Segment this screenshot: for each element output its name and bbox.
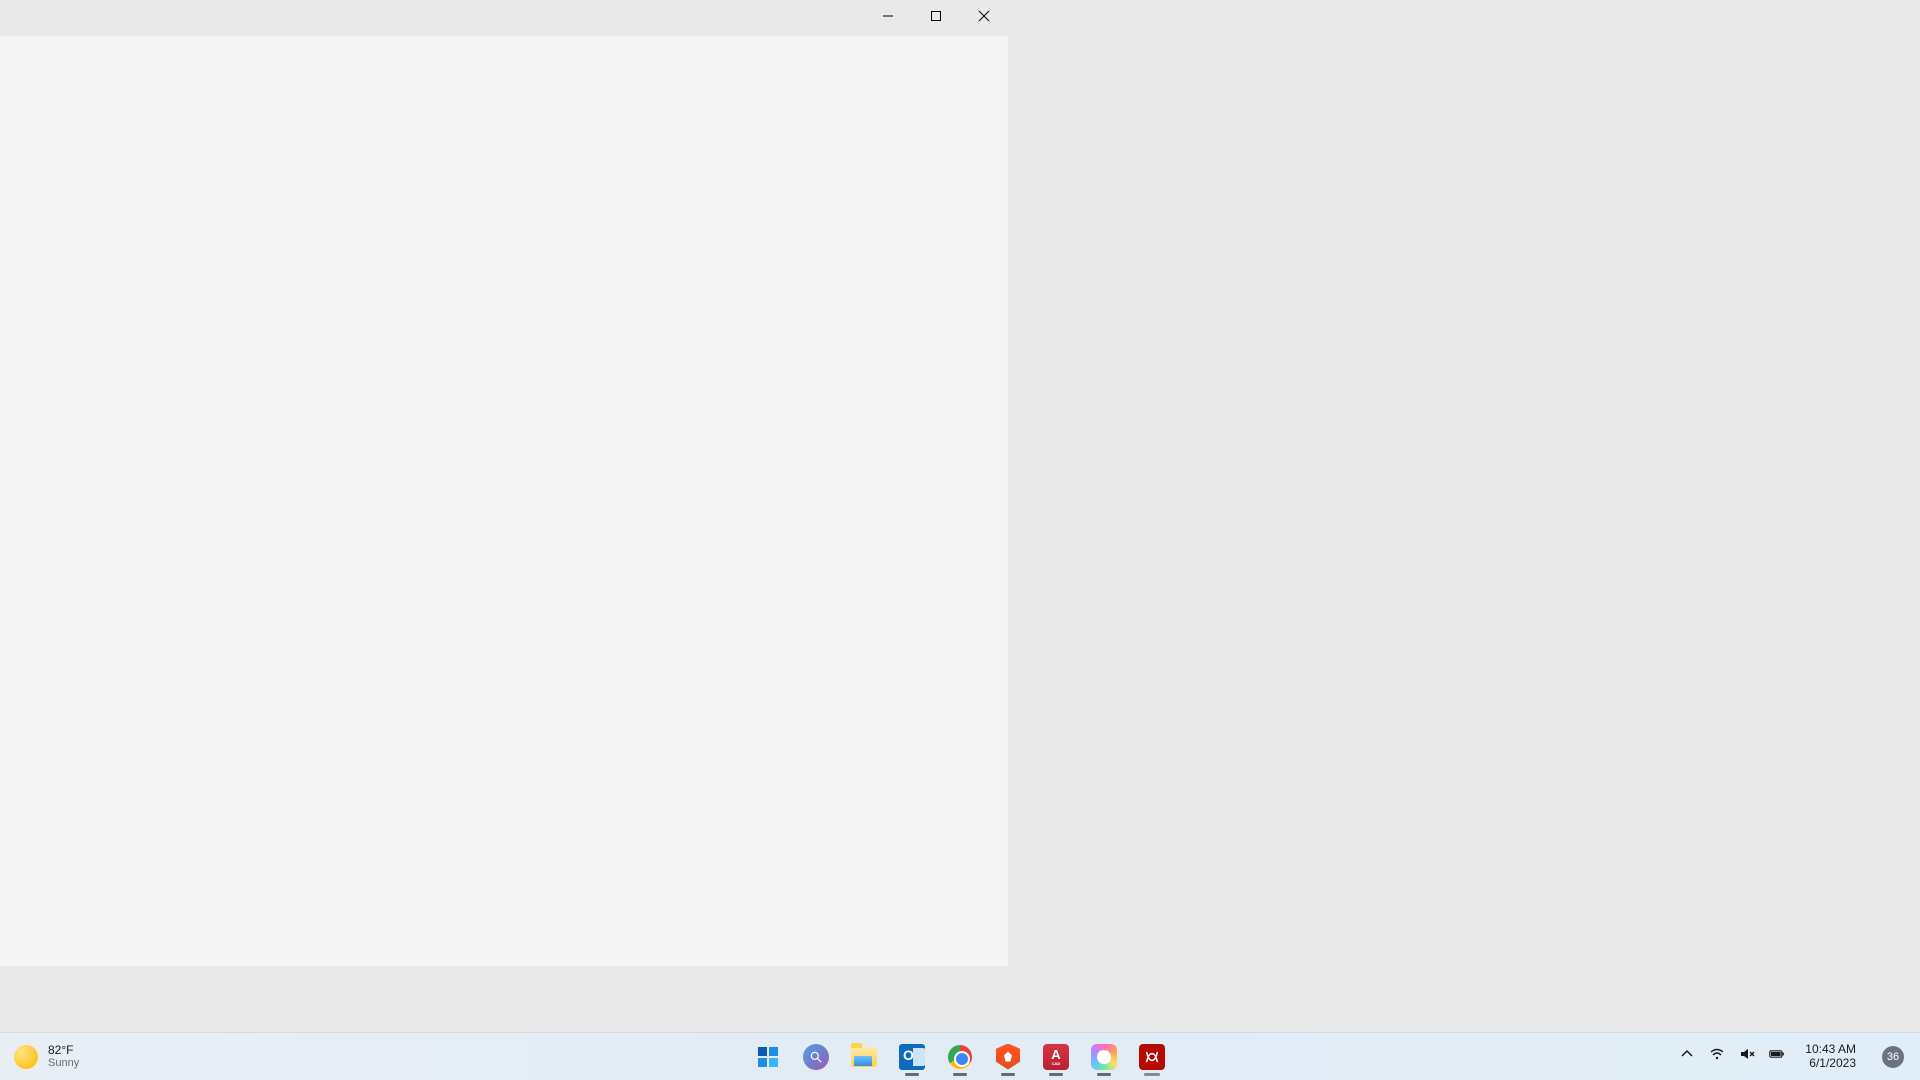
- clock-time: 10:43 AM: [1805, 1043, 1856, 1057]
- taskbar: 82°F Sunny: [0, 1032, 1920, 1080]
- sun-icon: [14, 1045, 38, 1069]
- content-area: [0, 36, 1008, 966]
- close-icon: [978, 9, 990, 27]
- clock-button[interactable]: 10:43 AM 6/1/2023: [1793, 1037, 1868, 1077]
- close-button[interactable]: [960, 0, 1008, 36]
- taskbar-right: 10:43 AM 6/1/2023 36: [1673, 1037, 1920, 1077]
- creative-icon: [1091, 1044, 1117, 1070]
- battery-button[interactable]: [1763, 1037, 1791, 1077]
- taskbar-left: 82°F Sunny: [0, 1044, 79, 1069]
- autocad-button[interactable]: A CAD: [1035, 1037, 1077, 1077]
- wifi-icon: [1709, 1046, 1725, 1067]
- weather-text: 82°F Sunny: [48, 1044, 79, 1069]
- volume-muted-icon: [1739, 1046, 1755, 1067]
- autocad-letter: A: [1051, 1048, 1060, 1061]
- autocad-sub: CAD: [1052, 1062, 1061, 1066]
- outlook-icon: [899, 1044, 925, 1070]
- weather-condition: Sunny: [48, 1057, 79, 1069]
- show-hidden-icons-button[interactable]: [1673, 1037, 1701, 1077]
- chevron-up-icon: [1679, 1046, 1695, 1067]
- notifications-button[interactable]: 36: [1870, 1037, 1910, 1077]
- battery-icon: [1769, 1046, 1785, 1067]
- maximize-icon: [930, 9, 942, 27]
- title-bar: [0, 0, 1008, 36]
- wifi-button[interactable]: [1703, 1037, 1731, 1077]
- autocad-icon: A CAD: [1043, 1044, 1069, 1070]
- search-icon: [803, 1044, 829, 1070]
- file-explorer-button[interactable]: [843, 1037, 885, 1077]
- minimize-button[interactable]: [864, 0, 912, 36]
- app-window: [0, 0, 1008, 966]
- clock-date: 6/1/2023: [1809, 1057, 1856, 1071]
- acrobat-icon: [1139, 1044, 1165, 1070]
- taskbar-center: A CAD: [747, 1037, 1173, 1077]
- creative-button[interactable]: [1083, 1037, 1125, 1077]
- brave-icon: [995, 1044, 1021, 1070]
- start-button[interactable]: [747, 1037, 789, 1077]
- chrome-button[interactable]: [939, 1037, 981, 1077]
- volume-button[interactable]: [1733, 1037, 1761, 1077]
- weather-widget[interactable]: 82°F Sunny: [14, 1044, 79, 1069]
- clock: 10:43 AM 6/1/2023: [1799, 1043, 1862, 1071]
- acrobat-button[interactable]: [1131, 1037, 1173, 1077]
- maximize-button[interactable]: [912, 0, 960, 36]
- weather-temp: 82°F: [48, 1044, 79, 1057]
- windows-icon: [755, 1044, 781, 1070]
- notification-count-badge: 36: [1882, 1046, 1904, 1068]
- minimize-icon: [882, 9, 894, 27]
- search-button[interactable]: [795, 1037, 837, 1077]
- brave-button[interactable]: [987, 1037, 1029, 1077]
- folder-icon: [851, 1044, 877, 1070]
- outlook-button[interactable]: [891, 1037, 933, 1077]
- chrome-icon: [947, 1044, 973, 1070]
